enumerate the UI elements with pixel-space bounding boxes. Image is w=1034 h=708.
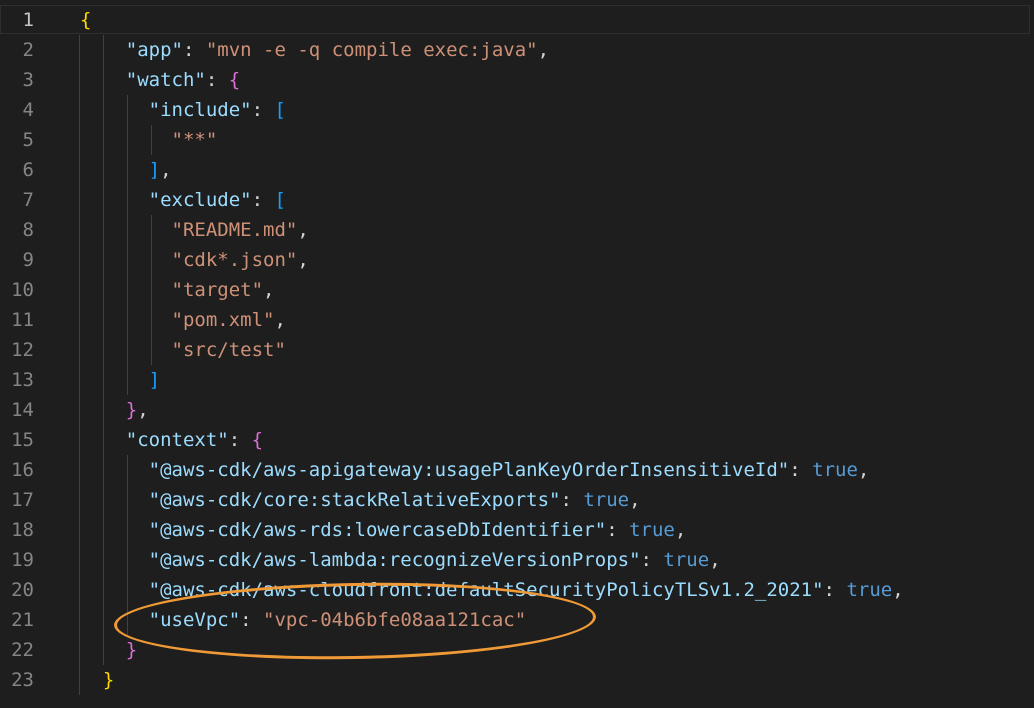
code-line: ], [148, 159, 172, 181]
json-key: "@aws-cdk/aws-apigateway:usagePlanKeyOrd… [148, 459, 790, 481]
line-number: 3 [22, 69, 34, 91]
json-string: "target" [171, 279, 264, 301]
json-key: "@aws-cdk/core:stackRelativeExports" [148, 489, 561, 511]
code-line: "exclude": [ [148, 189, 286, 211]
json-key: "@aws-cdk/aws-rds:lowercaseDbIdentifier" [148, 519, 607, 541]
code-line: "@aws-cdk/aws-lambda:recognizeVersionPro… [148, 549, 721, 571]
json-key: "@aws-cdk/aws-lambda:recognizeVersionPro… [148, 549, 641, 571]
code-line: "include": [ [148, 99, 286, 121]
json-key: "context" [125, 429, 229, 451]
json-boolean: true [583, 489, 630, 511]
line-number: 21 [11, 609, 34, 631]
line-number: 23 [11, 669, 34, 691]
line-number: 10 [11, 279, 34, 301]
code-line: "watch": { [125, 69, 241, 91]
code-line: "target", [171, 279, 275, 301]
json-key: "watch" [125, 69, 206, 91]
code-line: } [102, 669, 115, 691]
code-line: "src/test" [80, 335, 1034, 365]
code-line: "README.md", [171, 219, 309, 241]
line-number: 5 [22, 129, 34, 151]
line-number: 8 [22, 219, 34, 241]
line-number: 20 [11, 579, 34, 601]
code-line: "pom.xml", [171, 309, 286, 331]
json-boolean: true [812, 459, 858, 481]
line-number: 12 [11, 339, 34, 361]
line-number: 4 [22, 99, 34, 121]
code-line: }, [125, 399, 149, 421]
line-number: 16 [11, 459, 34, 481]
line-number: 22 [11, 639, 34, 661]
json-string: "README.md" [171, 219, 298, 241]
line-number-gutter: 1 2 3 4 5 6 7 8 9 10 11 12 13 14 15 16 1… [0, 5, 62, 695]
code-line: "**" [80, 125, 1034, 155]
line-number: 9 [22, 249, 34, 271]
line-number: 7 [22, 189, 34, 211]
code-line: "app": "mvn -e -q compile exec:java", [125, 39, 550, 61]
code-line: "context": { [125, 429, 264, 451]
code-line: ] [148, 369, 161, 391]
json-string: "**" [171, 129, 218, 151]
line-number: 11 [11, 309, 34, 331]
line-number: 6 [22, 159, 34, 181]
code-line: "@aws-cdk/core:stackRelativeExports": tr… [148, 489, 641, 511]
code-line: "@aws-cdk/aws-rds:lowercaseDbIdentifier"… [148, 519, 687, 541]
line-number: 1 [22, 9, 34, 31]
code-line: "@aws-cdk/aws-apigateway:usagePlanKeyOrd… [148, 459, 870, 481]
line-number: 14 [11, 399, 34, 421]
line-number: 18 [11, 519, 34, 541]
json-key: "include" [148, 99, 252, 121]
line-number: 17 [11, 489, 34, 511]
code-line: { [80, 9, 92, 31]
json-string: "mvn -e -q compile exec:java" [205, 39, 538, 61]
json-string: "cdk*.json" [171, 249, 298, 271]
line-number: 13 [11, 369, 34, 391]
line-number: 15 [11, 429, 34, 451]
json-string: "pom.xml" [171, 309, 275, 331]
json-boolean: true [846, 579, 893, 601]
code-editor[interactable]: 1 2 3 4 5 6 7 8 9 10 11 12 13 14 15 16 1… [0, 0, 1034, 708]
json-string: "src/test" [171, 339, 286, 361]
json-boolean: true [629, 519, 675, 541]
line-number: 19 [11, 549, 34, 571]
json-key: "app" [125, 39, 183, 61]
code-line: "cdk*.json", [171, 249, 309, 271]
json-key: "exclude" [148, 189, 252, 211]
line-number: 2 [22, 39, 34, 61]
json-boolean: true [663, 549, 710, 571]
